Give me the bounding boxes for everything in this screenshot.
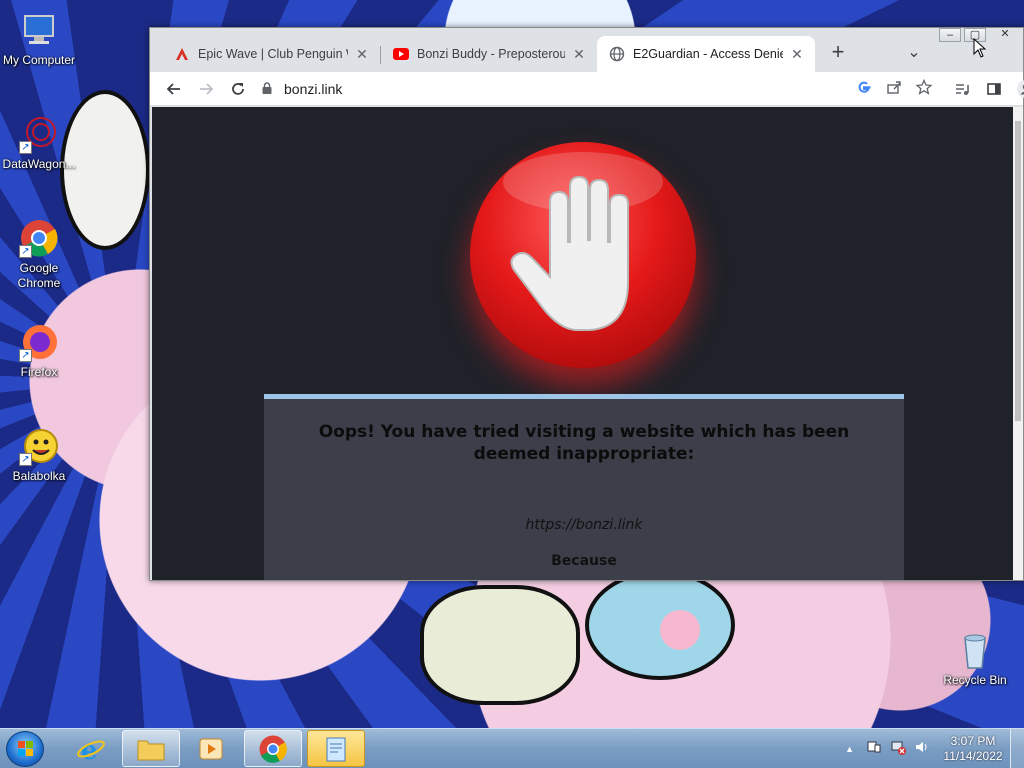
- desktop-icon-firefox[interactable]: ↗ Firefox: [0, 322, 78, 380]
- page-scrollbar[interactable]: [1013, 107, 1023, 580]
- wallpaper-character: [420, 585, 580, 705]
- minimize-button[interactable]: –: [939, 28, 961, 42]
- media-control-button[interactable]: [946, 75, 978, 103]
- system-tray: ▲ 3:07 PM 11/14/2022: [845, 729, 1024, 768]
- media-player-icon: [199, 738, 223, 759]
- clock-time: 3:07 PM: [950, 734, 996, 748]
- datawagon-icon: ↗: [19, 114, 59, 154]
- desktop-icon-google-chrome[interactable]: ↗ Google Chrome: [0, 218, 78, 291]
- tab-title: Epic Wave | Club Penguin Wi: [198, 47, 348, 61]
- star-icon[interactable]: [915, 78, 933, 98]
- youtube-icon: [393, 46, 409, 62]
- access-denied-heading: Oops! You have tried visiting a website …: [318, 422, 850, 464]
- desktop-icon-datawagon[interactable]: ↗ DataWagon...: [0, 114, 78, 172]
- firefox-icon: ↗: [19, 322, 59, 362]
- network-icon[interactable]: [890, 739, 906, 760]
- back-button[interactable]: [158, 75, 190, 103]
- tab-title: E2Guardian - Access Denied: [633, 47, 783, 61]
- show-hidden-icons-button[interactable]: ▲: [845, 744, 854, 754]
- wallpaper-blush: [660, 610, 700, 650]
- profile-button[interactable]: [1010, 75, 1024, 103]
- show-desktop-button[interactable]: [1010, 729, 1024, 768]
- tab-bonzi-buddy-youtube[interactable]: Bonzi Buddy - Preposterousl ✕: [381, 36, 597, 72]
- svg-text:e: e: [81, 736, 98, 764]
- chrome-icon: [259, 735, 287, 763]
- desktop-icon-label: My Computer: [2, 53, 76, 67]
- computer-icon: [19, 10, 59, 50]
- taskbar-internet-explorer[interactable]: e: [62, 730, 120, 767]
- internet-explorer-icon: e: [77, 736, 105, 764]
- shortcut-arrow-icon: ↗: [19, 245, 32, 258]
- volume-icon[interactable]: [914, 739, 930, 760]
- avatar-icon: [1017, 80, 1024, 98]
- desktop-icon-label: Recycle Bin: [943, 673, 1007, 687]
- desktop-icon-label: Balabolka: [12, 469, 66, 483]
- desktop-icon-balabolka[interactable]: ↗ Balabolka: [0, 426, 78, 484]
- desktop-icon-recycle-bin[interactable]: Recycle Bin: [936, 630, 1014, 688]
- reload-icon: [232, 82, 244, 95]
- forward-button[interactable]: [190, 75, 222, 103]
- lock-icon: [262, 81, 284, 97]
- desktop-icon-my-computer[interactable]: My Computer: [0, 10, 78, 68]
- stop-hand-icon: [470, 142, 696, 368]
- tab-close-icon[interactable]: ✕: [789, 46, 805, 63]
- folder-icon: [137, 740, 165, 760]
- chrome-icon: ↗: [19, 218, 59, 258]
- share-icon[interactable]: [886, 79, 902, 98]
- taskbar-google-chrome[interactable]: [244, 730, 302, 767]
- desktop-icon-label: Firefox: [20, 365, 58, 379]
- taskbar: e ▲ 3:07 PM 11/14/2022: [0, 728, 1024, 768]
- address-url: bonzi.link: [284, 81, 343, 97]
- tab-strip: Epic Wave | Club Penguin Wi ✕ Bonzi Budd…: [150, 28, 1023, 72]
- taskbar-notepad[interactable]: [307, 730, 365, 767]
- desktop-icon-label: Google Chrome: [17, 261, 61, 290]
- scrollbar-thumb[interactable]: [1015, 121, 1021, 421]
- tab-close-icon[interactable]: ✕: [571, 46, 587, 63]
- taskbar-file-explorer[interactable]: [122, 730, 180, 767]
- reload-button[interactable]: [222, 75, 254, 103]
- blocked-url: https://bonzi.link: [525, 517, 643, 533]
- arrow-left-icon: [166, 82, 180, 95]
- side-panel-button[interactable]: [978, 75, 1010, 103]
- tab-e2guardian-access-denied[interactable]: E2Guardian - Access Denied ✕: [597, 36, 815, 72]
- globe-icon: [609, 46, 625, 62]
- access-denied-box: Oops! You have tried visiting a website …: [264, 394, 904, 580]
- because-label: Because: [551, 553, 617, 569]
- browser-toolbar: bonzi.link: [150, 72, 1024, 106]
- clock-date: 11/14/2022: [943, 749, 1003, 763]
- side-panel-icon: [987, 83, 1001, 95]
- page-content: Oops! You have tried visiting a website …: [152, 107, 1014, 580]
- google-icon[interactable]: [856, 79, 872, 98]
- wiki-icon: [174, 46, 190, 62]
- action-center-icon[interactable]: [866, 739, 882, 760]
- tab-close-icon[interactable]: ✕: [354, 46, 370, 63]
- notepad-icon: [326, 737, 346, 761]
- browser-window: Epic Wave | Club Penguin Wi ✕ Bonzi Budd…: [149, 27, 1024, 581]
- taskbar-media-player[interactable]: [182, 730, 240, 767]
- arrow-right-icon: [200, 82, 214, 95]
- close-window-button[interactable]: ✕: [994, 28, 1016, 42]
- windows-logo-icon: [18, 741, 33, 756]
- shortcut-arrow-icon: ↗: [19, 453, 32, 466]
- clock[interactable]: 3:07 PM 11/14/2022: [936, 734, 1010, 764]
- recycle-bin-icon: [955, 630, 995, 670]
- tab-club-penguin-wiki[interactable]: Epic Wave | Club Penguin Wi ✕: [162, 36, 380, 72]
- mouse-cursor: [973, 37, 987, 63]
- address-bar[interactable]: bonzi.link: [262, 75, 934, 103]
- new-tab-button[interactable]: +: [822, 38, 854, 66]
- tab-search-button[interactable]: ⌄: [898, 38, 930, 66]
- playlist-icon: [956, 84, 969, 95]
- shortcut-arrow-icon: ↗: [19, 349, 32, 362]
- desktop-icon-label: DataWagon...: [2, 157, 76, 171]
- tab-title: Bonzi Buddy - Preposterousl: [417, 47, 565, 61]
- balabolka-icon: ↗: [19, 426, 59, 466]
- start-button[interactable]: [6, 731, 44, 767]
- shortcut-arrow-icon: ↗: [19, 141, 32, 154]
